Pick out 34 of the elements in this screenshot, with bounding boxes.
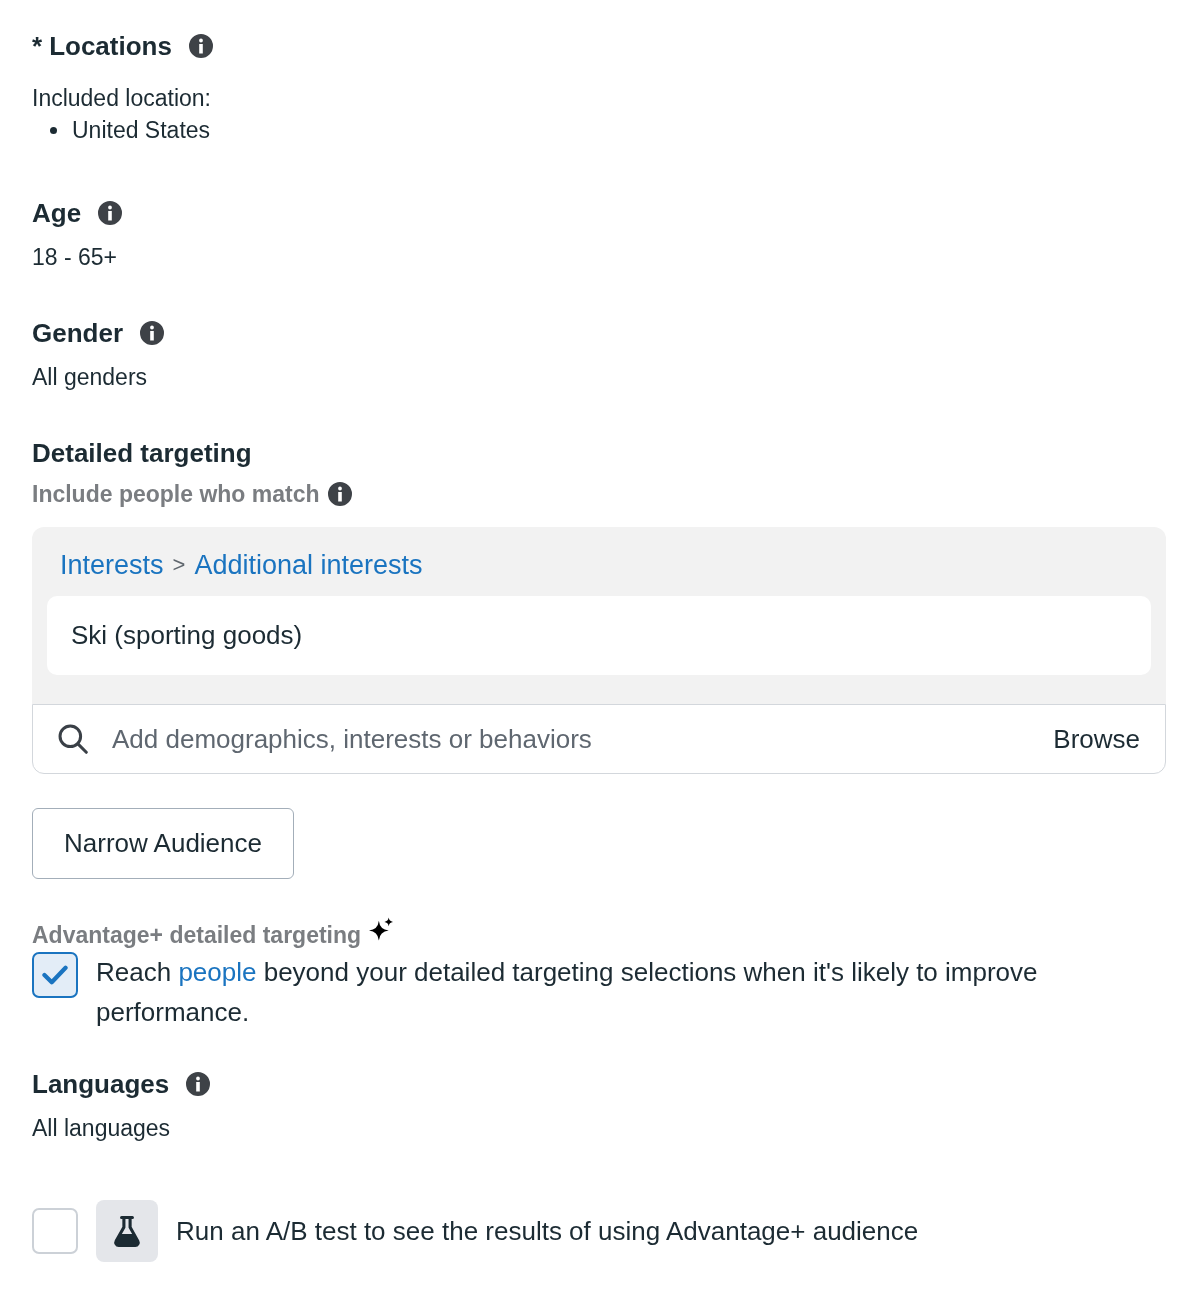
gender-value: All genders	[32, 363, 148, 392]
location-item: United States	[72, 116, 211, 145]
advantage-description: Reach people beyond your detailed targeting selections when it's likely to improve performance.	[96, 956, 1039, 1029]
section-title: Detailed targeting	[32, 437, 252, 470]
info-icon[interactable]	[327, 482, 352, 506]
section-title: Age	[32, 197, 82, 230]
sparkle-icon	[369, 917, 394, 941]
info-icon[interactable]	[140, 321, 165, 345]
info-icon[interactable]	[98, 201, 123, 225]
people-link[interactable]: people	[178, 957, 257, 987]
ab-test-label: Run an A/B test to see the results of using Advantage+ audience	[176, 1215, 919, 1247]
checkmark-icon	[42, 965, 68, 985]
info-icon[interactable]	[188, 34, 213, 58]
checkbox[interactable]	[32, 952, 78, 998]
selected-interest: Ski (sporting goods)	[47, 596, 1151, 675]
search-icon	[58, 724, 88, 754]
languages-value: All languages	[32, 1114, 171, 1143]
section-title: Gender	[32, 317, 124, 350]
bullet-icon	[50, 126, 57, 134]
browse-link[interactable]: Browse	[1053, 723, 1140, 755]
location-label: Included location:	[32, 84, 211, 113]
section-title: Languages	[32, 1068, 170, 1101]
age-value: 18 - 65+	[32, 243, 118, 272]
info-icon[interactable]	[186, 1072, 211, 1096]
flask-icon	[96, 1200, 158, 1262]
required-mark: *	[32, 30, 43, 62]
breadcrumb-link[interactable]: Interests	[60, 547, 164, 583]
search-field[interactable]: Add demographics, interests or behaviors Browse	[32, 704, 1166, 774]
breadcrumb-link[interactable]: Additional interests	[194, 547, 423, 583]
section-title: Locations	[49, 30, 172, 63]
breadcrumb-separator: >	[172, 551, 186, 579]
narrow-audience-button[interactable]: Narrow Audience	[32, 808, 294, 879]
advantage-label: Advantage+ detailed targeting	[32, 921, 362, 950]
section-subtitle: Include people who match	[32, 480, 320, 509]
